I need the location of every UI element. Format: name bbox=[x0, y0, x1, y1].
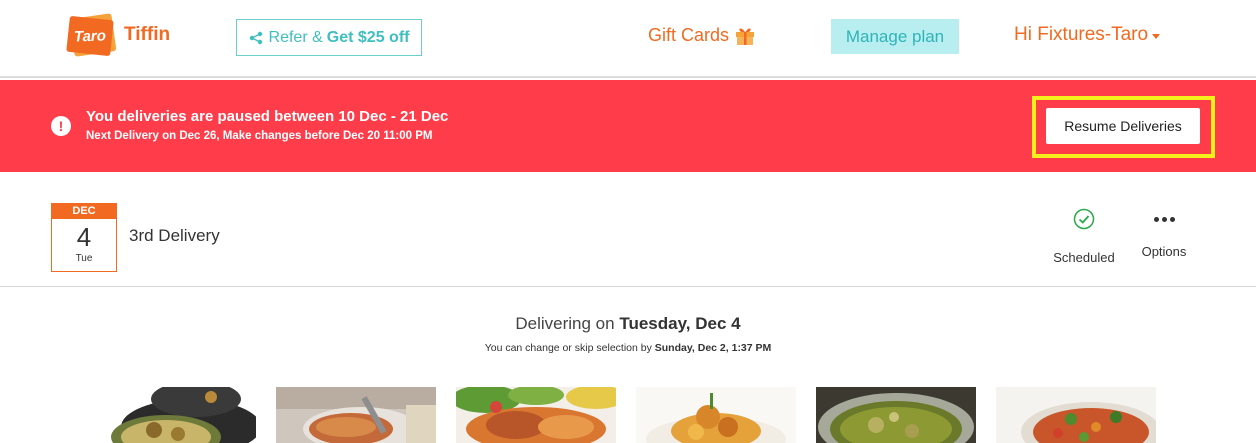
chevron-down-icon bbox=[1152, 34, 1161, 39]
user-greeting: Hi Fixtures-Taro bbox=[1014, 24, 1149, 45]
check-circle-icon bbox=[1073, 208, 1095, 230]
taro-logo-icon: Taro bbox=[66, 13, 118, 57]
date-month: DEC bbox=[52, 204, 116, 219]
options-label: Options bbox=[1141, 244, 1187, 259]
date-weekday: Tue bbox=[75, 253, 93, 264]
refer-button[interactable]: Refer & Get $25 off bbox=[236, 19, 422, 56]
status-scheduled: Scheduled bbox=[1052, 208, 1116, 265]
share-icon bbox=[249, 31, 262, 44]
gift-cards-label: Gift Cards bbox=[648, 24, 730, 45]
delivering-heading: Delivering on Tuesday, Dec 4 bbox=[0, 314, 1256, 334]
logo[interactable]: Taro Tiffin bbox=[66, 13, 171, 57]
brand-name: Tiffin bbox=[124, 24, 171, 45]
delivering-date: Tuesday, Dec 4 bbox=[619, 314, 741, 333]
deadline-prefix: You can change or skip selection by bbox=[484, 342, 652, 354]
top-header: Taro Tiffin Refer & Get $25 off Gift Car… bbox=[0, 0, 1256, 78]
more-dots-icon bbox=[1137, 208, 1191, 230]
food-thumbnail-5[interactable] bbox=[816, 387, 976, 443]
food-thumbnail-1[interactable] bbox=[96, 387, 256, 443]
food-thumbnail-4[interactable] bbox=[636, 387, 796, 443]
food-thumbnail-6[interactable] bbox=[996, 387, 1156, 443]
manage-plan-button[interactable]: Manage plan bbox=[831, 19, 959, 54]
gift-cards-link[interactable]: Gift Cards bbox=[648, 24, 756, 46]
deadline-date: Sunday, Dec 2, 1:37 PM bbox=[654, 342, 772, 354]
options-menu[interactable]: Options bbox=[1137, 208, 1191, 259]
food-thumbnail-2[interactable] bbox=[276, 387, 436, 443]
change-deadline-note: You can change or skip selection by Sund… bbox=[0, 342, 1256, 354]
refer-prefix: Refer & bbox=[268, 28, 323, 46]
date-day: 4 bbox=[76, 222, 92, 252]
date-badge: DEC 4 Tue bbox=[51, 203, 117, 272]
delivery-row: DEC 4 Tue 3rd Delivery Scheduled Options bbox=[0, 172, 1256, 287]
resume-deliveries-button[interactable]: Resume Deliveries bbox=[1046, 108, 1200, 144]
pause-message: You deliveries are paused between 10 Dec… bbox=[86, 108, 449, 125]
food-thumbnail-3[interactable] bbox=[456, 387, 616, 443]
delivering-prefix: Delivering on bbox=[515, 314, 615, 333]
delivery-title: 3rd Delivery bbox=[129, 226, 220, 245]
status-label: Scheduled bbox=[1053, 250, 1115, 265]
user-menu[interactable]: Hi Fixtures-Taro bbox=[1014, 24, 1161, 46]
next-delivery-message: Next Delivery on Dec 26, Make changes be… bbox=[86, 130, 433, 142]
refer-offer: Get $25 off bbox=[326, 28, 410, 46]
gift-icon bbox=[736, 28, 755, 45]
alert-icon: ! bbox=[51, 116, 71, 136]
